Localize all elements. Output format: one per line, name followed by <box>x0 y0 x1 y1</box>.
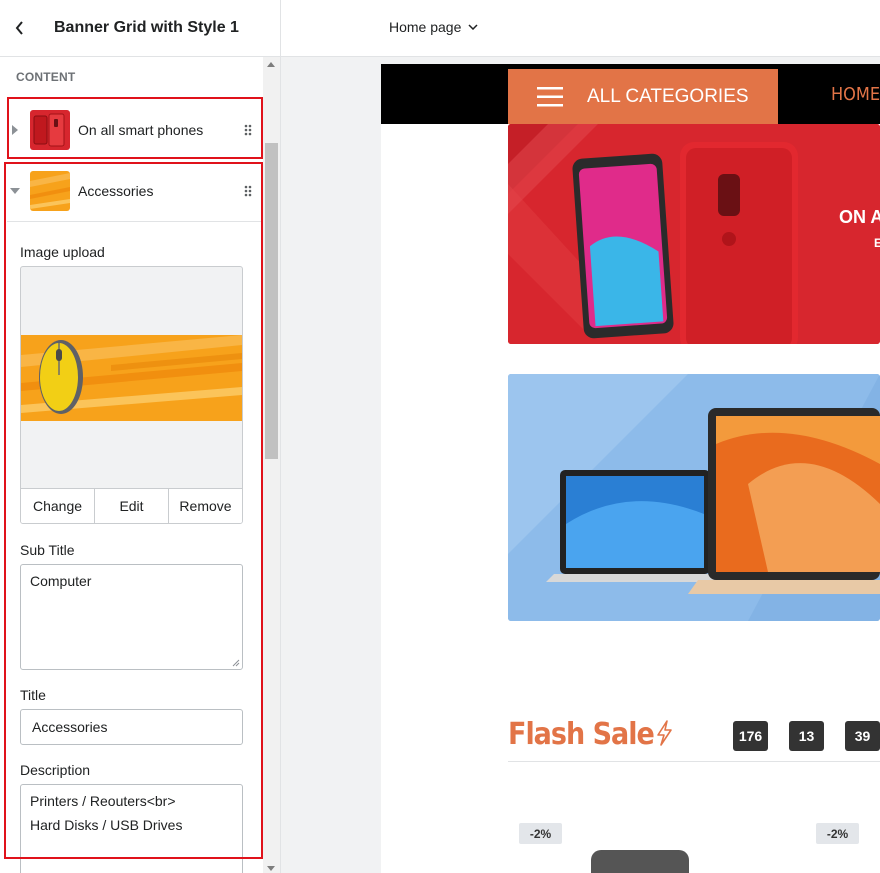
banner-laptops-image <box>508 374 880 621</box>
banner-title: ON A <box>839 207 880 227</box>
chevron-left-icon <box>15 21 23 35</box>
back-button[interactable] <box>0 0 40 57</box>
countdown-hours: 13 <box>789 721 824 751</box>
banner-laptops[interactable] <box>508 374 880 621</box>
page-selector[interactable]: Home page <box>389 19 478 35</box>
highlight-box <box>7 97 263 159</box>
hamburger-icon <box>537 86 563 106</box>
divider <box>508 761 880 762</box>
store-navbar: ALL CATEGORIES HOME <box>381 64 880 124</box>
product-image[interactable] <box>591 850 689 873</box>
editor-topbar: Home page <box>281 0 880 57</box>
panel-scrollbar[interactable] <box>263 57 280 873</box>
all-categories-button[interactable]: ALL CATEGORIES <box>508 69 778 124</box>
countdown-minutes: 39 <box>845 721 880 751</box>
flash-sale-label: Flash Sale <box>508 717 655 752</box>
lightning-icon <box>656 720 672 746</box>
scroll-up-icon[interactable] <box>267 62 275 67</box>
store-preview: ALL CATEGORIES HOME ON A E Flash Sale 17… <box>381 64 880 873</box>
highlight-box <box>4 162 263 859</box>
flash-sale-title: Flash Sale <box>508 717 673 752</box>
chevron-down-icon <box>468 24 478 30</box>
discount-badge: -2% <box>519 823 562 844</box>
banner-phones-image <box>508 124 880 344</box>
scroll-down-icon[interactable] <box>267 866 275 871</box>
discount-badge: -2% <box>816 823 859 844</box>
banner-subtitle: E <box>874 236 880 250</box>
countdown-days: 176 <box>733 721 768 751</box>
page-selector-label: Home page <box>389 19 462 35</box>
panel-header: Banner Grid with Style 1 <box>0 0 280 57</box>
banner-smart-phones[interactable]: ON A E <box>508 124 880 344</box>
nav-link-home[interactable]: HOME <box>831 84 880 105</box>
scrollbar-thumb[interactable] <box>265 143 278 459</box>
settings-panel: Banner Grid with Style 1 CONTENT On all … <box>0 0 281 873</box>
section-label: CONTENT <box>16 70 76 84</box>
panel-title: Banner Grid with Style 1 <box>54 19 239 36</box>
all-categories-label: ALL CATEGORIES <box>587 85 749 107</box>
